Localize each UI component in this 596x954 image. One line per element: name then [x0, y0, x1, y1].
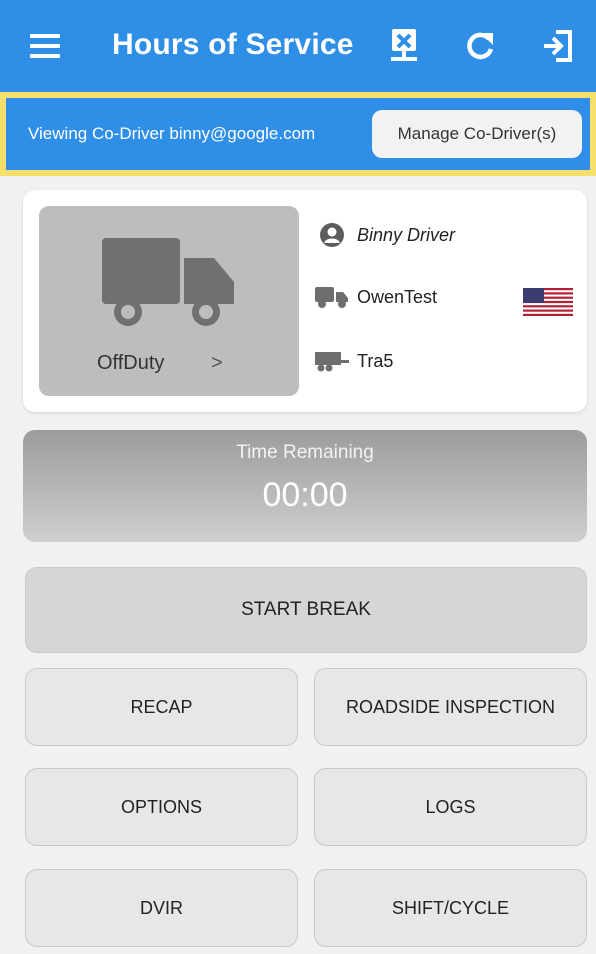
time-remaining-panel: Time Remaining 00:00	[23, 430, 587, 542]
vehicle-row: OwenTest	[315, 284, 437, 310]
driver-name: Binny Driver	[357, 224, 456, 245]
recap-button[interactable]: RECAP	[25, 668, 298, 746]
shift-cycle-button[interactable]: SHIFT/CYCLE	[314, 869, 587, 947]
trailer-name: Tra5	[357, 350, 394, 371]
codriver-viewing-text: Viewing Co-Driver binny@google.com	[28, 124, 316, 143]
codriver-banner: Viewing Co-Driver binny@google.com Manag…	[0, 92, 596, 176]
truck-icon	[102, 238, 234, 326]
time-remaining-label: Time Remaining	[236, 442, 374, 463]
trailer-row: Tra5	[315, 348, 393, 374]
manage-codriver-button[interactable]: Manage Co-Driver(s)	[372, 110, 582, 158]
close-log-icon[interactable]	[382, 24, 426, 68]
roadside-inspection-button[interactable]: ROADSIDE INSPECTION	[314, 668, 587, 746]
logout-icon[interactable]	[536, 24, 580, 68]
dvir-button[interactable]: DVIR	[25, 869, 298, 947]
page-title: Hours of Service	[112, 28, 354, 61]
driver-status-card: OffDuty > Binny Driver OwenTest Tra5	[23, 190, 587, 412]
start-break-button[interactable]: START BREAK	[25, 567, 587, 653]
refresh-icon[interactable]	[458, 24, 502, 68]
logs-button[interactable]: LOGS	[314, 768, 587, 846]
person-icon	[315, 222, 349, 248]
vehicle-name: OwenTest	[357, 286, 438, 307]
chevron-right-icon: >	[211, 352, 223, 374]
options-button[interactable]: OPTIONS	[25, 768, 298, 846]
menu-icon[interactable]	[30, 34, 60, 58]
driver-row: Binny Driver	[315, 222, 455, 248]
app-header: Hours of Service	[0, 0, 596, 92]
duty-status-label: OffDuty	[97, 352, 165, 374]
us-flag-icon	[523, 288, 573, 316]
vehicle-icon	[315, 284, 349, 310]
duty-status-tile[interactable]: OffDuty >	[39, 206, 299, 396]
time-remaining-value: 00:00	[262, 476, 348, 514]
trailer-icon	[315, 348, 349, 374]
